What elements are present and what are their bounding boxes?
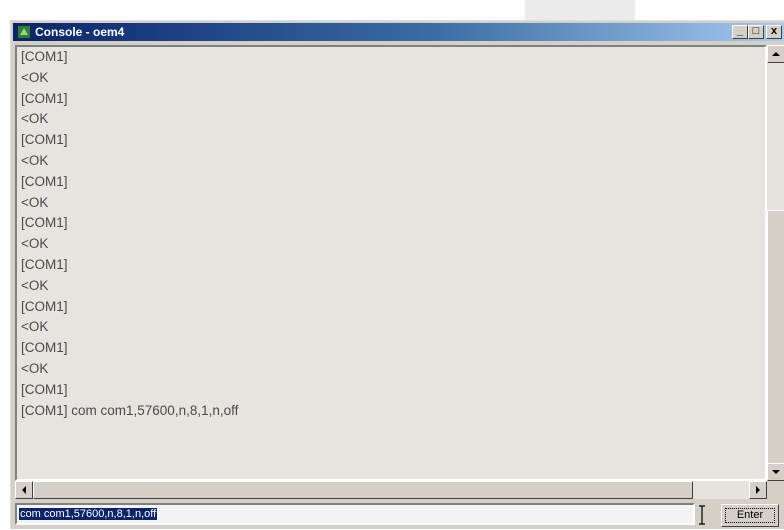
window-controls: _ □ x — [732, 25, 782, 39]
console-line: [COM1] — [21, 256, 68, 272]
horizontal-scroll-thumb[interactable] — [33, 481, 693, 499]
command-bar: com com1,57600,n,8,1,n,off Enter — [11, 501, 784, 530]
scroll-left-button[interactable] — [15, 481, 33, 499]
console-line: <OK — [21, 360, 49, 376]
scroll-down-button[interactable] — [767, 463, 784, 481]
console-app-icon — [18, 26, 30, 38]
maximize-button[interactable]: □ — [748, 25, 764, 39]
enter-button[interactable]: Enter — [721, 504, 779, 527]
console-line: [COM1] com com1,57600,n,8,1,n,off — [21, 402, 239, 418]
console-line: [COM1] — [21, 90, 68, 106]
console-line: [COM1] — [21, 340, 68, 356]
arrow-up-icon — [772, 52, 780, 56]
console-line: <OK — [21, 194, 49, 210]
console-line: [COM1] — [21, 49, 68, 64]
console-line: [COM1] — [21, 132, 68, 148]
background-tab — [525, 0, 635, 22]
console-line: [COM1] — [21, 381, 68, 397]
console-line: [COM1] — [21, 298, 68, 314]
console-line: <OK — [21, 236, 49, 252]
console-line: [COM1] — [21, 173, 68, 189]
vertical-scrollbar[interactable] — [767, 45, 784, 481]
window-title: Console - oem4 — [35, 25, 125, 39]
console-line: <OK — [21, 69, 49, 85]
horizontal-scrollbar[interactable] — [15, 481, 767, 499]
console-line: <OK — [21, 152, 49, 168]
scroll-right-button[interactable] — [749, 481, 767, 499]
console-window: Console - oem4 _ □ x [COM1] <OK [COM1] <… — [10, 20, 784, 529]
scroll-up-button[interactable] — [767, 45, 784, 63]
console-line: <OK — [21, 111, 49, 127]
console-output[interactable]: [COM1] <OK [COM1] <OK [COM1] <OK [COM1] … — [15, 45, 767, 481]
arrow-left-icon — [22, 486, 26, 494]
selected-command-text: com com1,57600,n,8,1,n,off — [19, 508, 158, 520]
command-input[interactable]: com com1,57600,n,8,1,n,off — [15, 503, 695, 525]
console-line: <OK — [21, 319, 49, 335]
text-cursor-icon — [699, 505, 705, 525]
minimize-button[interactable]: _ — [732, 25, 748, 39]
arrow-down-icon — [772, 470, 780, 474]
close-button[interactable]: x — [766, 25, 782, 39]
console-line: [COM1] — [21, 215, 68, 231]
arrow-right-icon — [756, 486, 760, 494]
vertical-scroll-thumb[interactable] — [767, 210, 784, 480]
console-line: <OK — [21, 277, 49, 293]
title-bar[interactable]: Console - oem4 _ □ x — [13, 23, 784, 41]
